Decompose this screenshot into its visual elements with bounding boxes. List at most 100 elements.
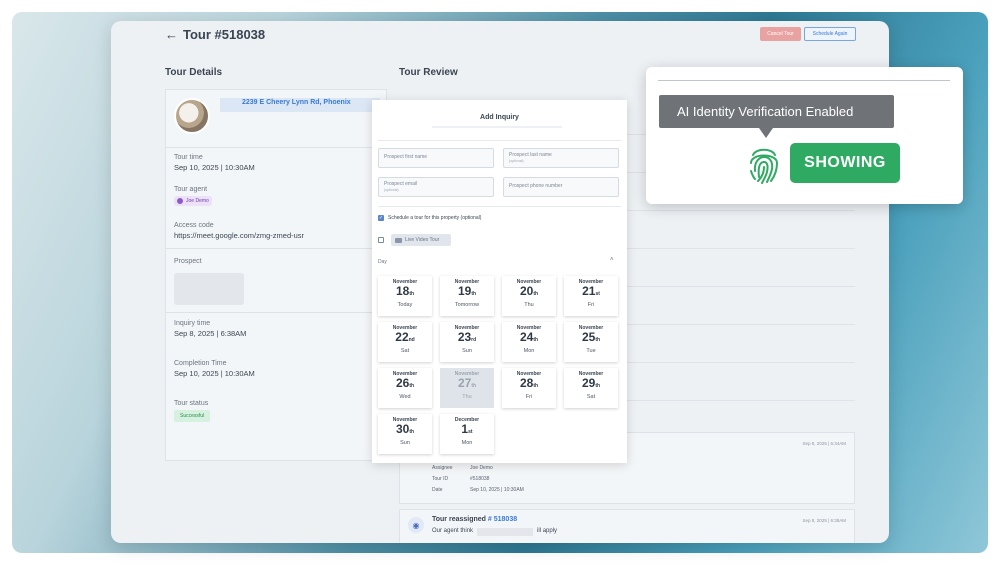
tour-time-field: Tour time Sep 10, 2025 | 10:30AM — [174, 154, 255, 172]
access-code-field: Access code https://meet.google.com/zmg-… — [174, 222, 304, 240]
day-option[interactable]: November 19th Tomorrow — [440, 276, 494, 316]
day-number: 1st — [440, 423, 494, 439]
day-weekday: Sun — [400, 440, 410, 446]
tour-status-field: Tour status Successful — [174, 400, 211, 422]
tour-agent-label: Tour agent — [174, 186, 208, 193]
live-video-tour-pill[interactable]: Live Video Tour — [391, 234, 451, 246]
schedule-again-button[interactable]: Schedule Again — [804, 27, 856, 41]
activity-text-b: ill apply — [537, 528, 558, 534]
day-weekday: Today — [397, 302, 413, 308]
day-option[interactable]: November 18th Today — [378, 276, 432, 316]
day-number: 23rd — [440, 331, 494, 347]
day-suffix: th — [595, 337, 601, 343]
day-suffix: th — [409, 429, 415, 435]
email-optional: (optional) — [384, 188, 399, 192]
activity-timestamp: Sep 8, 2025 | 6:38AM — [802, 518, 846, 523]
day-option[interactable]: December 1st Mon — [440, 414, 494, 454]
day-number: 28th — [502, 377, 556, 393]
day-weekday: Fri — [525, 394, 533, 400]
phone-field[interactable]: Prospect phone number — [503, 177, 619, 197]
top-bar: ← Tour #518038 Cancel Tour Schedule Agai… — [111, 21, 889, 61]
activity-title: Tour reassigned # 518038 — [432, 516, 517, 523]
assignee-label: Assignee — [432, 465, 453, 471]
tour-details-card: 2239 E Cheery Lynn Rd, Phoenix Tour time… — [165, 89, 387, 461]
tour-id-label: Tour ID — [432, 476, 449, 482]
divider — [658, 80, 950, 81]
property-address-link[interactable]: 2239 E Cheery Lynn Rd, Phoenix — [242, 99, 351, 106]
day-number: 26th — [378, 377, 432, 393]
day-option[interactable]: November 22nd Sat — [378, 322, 432, 362]
tour-time-label: Tour time — [174, 154, 203, 161]
schedule-tour-checkbox[interactable]: ✓ — [378, 215, 384, 221]
activity-item: ◉ Tour reassigned # 518038 Sep 8, 2025 |… — [399, 509, 855, 543]
prospect-label: Prospect — [174, 258, 202, 265]
tour-link[interactable]: # 518038 — [488, 516, 517, 523]
last-name-field[interactable]: Prospect last name (optional) — [503, 148, 619, 168]
video-tour-checkbox[interactable] — [378, 237, 384, 243]
prospect-field: Prospect — [174, 258, 202, 265]
fingerprint-icon — [750, 148, 779, 184]
date-label: Date — [432, 487, 443, 493]
assignee-value: Joe Demo — [470, 465, 493, 471]
phone-placeholder: Prospect phone number — [509, 183, 563, 189]
last-name-optional: (optional) — [509, 159, 524, 163]
inquiry-time-value: Sep 8, 2025 | 6:38AM — [174, 329, 247, 338]
agent-name: Joe Demo — [186, 198, 209, 204]
first-name-field[interactable]: Prospect first name — [378, 148, 494, 168]
day-option[interactable]: November 26th Wed — [378, 368, 432, 408]
day-weekday: Mon — [523, 348, 535, 354]
day-option[interactable]: November 28th Fri — [502, 368, 556, 408]
day-suffix: th — [533, 383, 539, 389]
activity-timestamp: Sep 8, 2025 | 6:34AM — [802, 441, 846, 446]
cancel-tour-button[interactable]: Cancel Tour — [760, 27, 801, 41]
day-option[interactable]: November 25th Tue — [564, 322, 618, 362]
day-number: 20th — [502, 285, 556, 301]
day-value: 21 — [582, 284, 596, 298]
agent-chip[interactable]: Joe Demo — [174, 196, 212, 206]
day-weekday: Wed — [399, 394, 411, 400]
day-option[interactable]: November 23rd Sun — [440, 322, 494, 362]
day-value: 20 — [519, 284, 534, 298]
day-weekday: Thu — [524, 302, 534, 308]
day-option[interactable]: November 20th Thu — [502, 276, 556, 316]
day-value: 18 — [395, 284, 410, 298]
day-number: 27th — [440, 377, 494, 393]
chevron-up-icon[interactable]: ˄ — [610, 257, 614, 263]
back-arrow-icon[interactable]: ← — [165, 27, 178, 42]
day-number: 25th — [564, 331, 618, 347]
add-inquiry-modal: Add Inquiry Prospect first name Prospect… — [372, 100, 627, 463]
verification-popover: AI Identity Verification Enabled SHOWING — [646, 67, 963, 204]
day-option[interactable]: November 29th Sat — [564, 368, 618, 408]
day-option[interactable]: November 30th Sun — [378, 414, 432, 454]
tour-agent-field: Tour agent Joe Demo — [174, 186, 212, 206]
day-value: 22 — [395, 330, 409, 344]
showing-status-button[interactable]: SHOWING — [790, 143, 900, 183]
last-name-placeholder: Prospect last name — [509, 152, 552, 158]
day-weekday: Sat — [586, 394, 596, 400]
avatar — [177, 198, 183, 204]
day-number: 19th — [440, 285, 494, 301]
email-field[interactable]: Prospect email (optional) — [378, 177, 494, 197]
redacted-text — [477, 528, 534, 536]
day-suffix: th — [409, 291, 415, 297]
verification-tooltip: AI Identity Verification Enabled — [659, 95, 894, 128]
tour-time-value: Sep 10, 2025 | 10:30AM — [174, 163, 255, 172]
day-number: 30th — [378, 423, 432, 439]
first-name-placeholder: Prospect first name — [384, 154, 428, 160]
day-value: 26 — [395, 376, 410, 390]
day-suffix: th — [471, 383, 477, 389]
day-number: 29th — [564, 377, 618, 393]
page-title: ← Tour #518038 — [165, 27, 265, 42]
tour-title: Tour #518038 — [183, 27, 266, 42]
prospect-redacted — [174, 273, 244, 305]
day-option[interactable]: November 24th Mon — [502, 322, 556, 362]
day-value: 24 — [519, 330, 534, 344]
status-badge: Successful — [174, 410, 211, 422]
eye-icon: ◉ — [408, 517, 424, 533]
activity-text-a: Our agent think — [432, 528, 474, 534]
day-value: 29 — [581, 376, 596, 390]
day-picker: November 18th Today November 19th Tomorrow N… — [378, 276, 621, 454]
day-option[interactable]: November 21st Fri — [564, 276, 618, 316]
divider — [378, 140, 621, 141]
divider — [166, 312, 386, 313]
